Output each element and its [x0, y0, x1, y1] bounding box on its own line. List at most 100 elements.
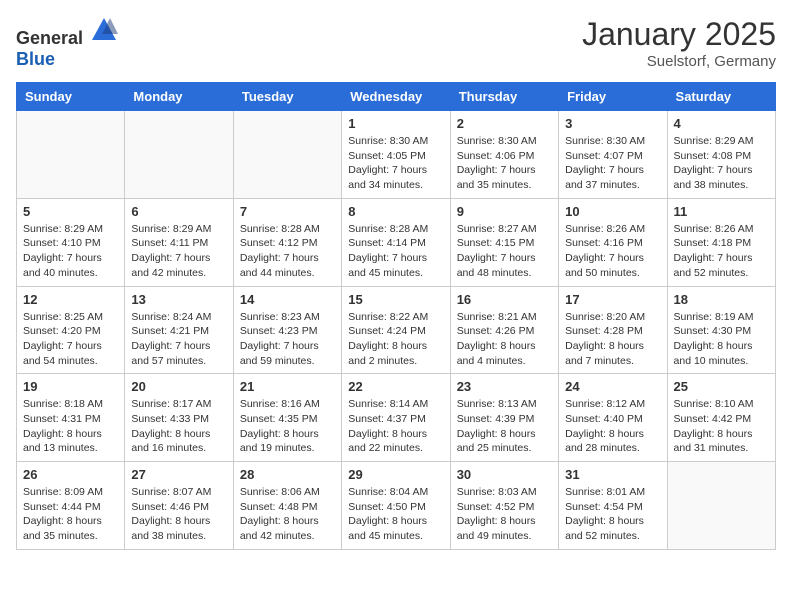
day-info: Sunrise: 8:18 AM Sunset: 4:31 PM Dayligh… [23, 397, 118, 456]
day-number: 24 [565, 379, 660, 394]
day-info: Sunrise: 8:30 AM Sunset: 4:07 PM Dayligh… [565, 134, 660, 193]
day-info: Sunrise: 8:30 AM Sunset: 4:06 PM Dayligh… [457, 134, 552, 193]
day-number: 23 [457, 379, 552, 394]
calendar-day-23: 23 Sunrise: 8:13 AM Sunset: 4:39 PM Dayli… [450, 374, 558, 462]
day-number: 18 [674, 292, 769, 307]
calendar-week-row: 1Sunrise: 8:30 AM Sunset: 4:05 PM Daylig… [17, 111, 776, 199]
day-number: 13 [131, 292, 226, 307]
day-number: 31 [565, 467, 660, 482]
calendar-day-empty [125, 111, 233, 199]
weekday-header-saturday: Saturday [667, 83, 775, 111]
calendar-day-10: 10Sunrise: 8:26 AM Sunset: 4:16 PM Dayli… [559, 198, 667, 286]
calendar-day-21: 21Sunrise: 8:16 AM Sunset: 4:35 PM Dayli… [233, 374, 341, 462]
calendar-day-22: 22 Sunrise: 8:14 AM Sunset: 4:37 PM Dayli… [342, 374, 450, 462]
calendar-day-2: 2 Sunrise: 8:30 AM Sunset: 4:06 PM Daylig… [450, 111, 558, 199]
weekday-header-row: SundayMondayTuesdayWednesdayThursdayFrid… [17, 83, 776, 111]
calendar-day-31: 31 Sunrise: 8:01 AM Sunset: 4:54 PM Dayli… [559, 462, 667, 550]
page-header: General Blue January 2025 Suelstorf, Ger… [16, 16, 776, 70]
day-number: 10 [565, 204, 660, 219]
calendar-day-29: 29 Sunrise: 8:04 AM Sunset: 4:50 PM Dayli… [342, 462, 450, 550]
calendar-day-13: 13 Sunrise: 8:24 AM Sunset: 4:21 PM Dayli… [125, 286, 233, 374]
day-number: 12 [23, 292, 118, 307]
calendar-day-9: 9 Sunrise: 8:27 AM Sunset: 4:15 PM Daylig… [450, 198, 558, 286]
day-info: Sunrise: 8:04 AM Sunset: 4:50 PM Dayligh… [348, 485, 443, 544]
calendar-day-16: 16Sunrise: 8:21 AM Sunset: 4:26 PM Dayli… [450, 286, 558, 374]
calendar-day-3: 3 Sunrise: 8:30 AM Sunset: 4:07 PM Daylig… [559, 111, 667, 199]
day-number: 9 [457, 204, 552, 219]
calendar-day-26: 26Sunrise: 8:09 AM Sunset: 4:44 PM Dayli… [17, 462, 125, 550]
day-number: 11 [674, 204, 769, 219]
day-info: Sunrise: 8:14 AM Sunset: 4:37 PM Dayligh… [348, 397, 443, 456]
calendar-day-24: 24 Sunrise: 8:12 AM Sunset: 4:40 PM Dayli… [559, 374, 667, 462]
calendar-week-row: 5 Sunrise: 8:29 AM Sunset: 4:10 PM Daylig… [17, 198, 776, 286]
logo-blue: Blue [16, 49, 55, 69]
weekday-header-friday: Friday [559, 83, 667, 111]
day-number: 3 [565, 116, 660, 131]
calendar-day-25: 25Sunrise: 8:10 AM Sunset: 4:42 PM Dayli… [667, 374, 775, 462]
calendar-day-8: 8 Sunrise: 8:28 AM Sunset: 4:14 PM Daylig… [342, 198, 450, 286]
day-number: 15 [348, 292, 443, 307]
day-number: 21 [240, 379, 335, 394]
day-number: 30 [457, 467, 552, 482]
calendar-day-27: 27 Sunrise: 8:07 AM Sunset: 4:46 PM Dayli… [125, 462, 233, 550]
day-info: Sunrise: 8:24 AM Sunset: 4:21 PM Dayligh… [131, 310, 226, 369]
weekday-header-sunday: Sunday [17, 83, 125, 111]
logo-text: General Blue [16, 16, 118, 70]
day-number: 2 [457, 116, 552, 131]
calendar-day-empty [233, 111, 341, 199]
calendar-week-row: 12 Sunrise: 8:25 AM Sunset: 4:20 PM Dayli… [17, 286, 776, 374]
day-info: Sunrise: 8:29 AM Sunset: 4:08 PM Dayligh… [674, 134, 769, 193]
day-number: 27 [131, 467, 226, 482]
calendar-day-19: 19 Sunrise: 8:18 AM Sunset: 4:31 PM Dayli… [17, 374, 125, 462]
day-info: Sunrise: 8:06 AM Sunset: 4:48 PM Dayligh… [240, 485, 335, 544]
day-info: Sunrise: 8:27 AM Sunset: 4:15 PM Dayligh… [457, 222, 552, 281]
day-number: 19 [23, 379, 118, 394]
day-number: 25 [674, 379, 769, 394]
day-info: Sunrise: 8:23 AM Sunset: 4:23 PM Dayligh… [240, 310, 335, 369]
month-title: January 2025 [582, 16, 776, 53]
calendar-day-4: 4Sunrise: 8:29 AM Sunset: 4:08 PM Daylig… [667, 111, 775, 199]
day-info: Sunrise: 8:26 AM Sunset: 4:18 PM Dayligh… [674, 222, 769, 281]
day-info: Sunrise: 8:21 AM Sunset: 4:26 PM Dayligh… [457, 310, 552, 369]
calendar-day-11: 11 Sunrise: 8:26 AM Sunset: 4:18 PM Dayli… [667, 198, 775, 286]
calendar-day-6: 6 Sunrise: 8:29 AM Sunset: 4:11 PM Daylig… [125, 198, 233, 286]
calendar-day-17: 17 Sunrise: 8:20 AM Sunset: 4:28 PM Dayli… [559, 286, 667, 374]
day-number: 6 [131, 204, 226, 219]
day-info: Sunrise: 8:25 AM Sunset: 4:20 PM Dayligh… [23, 310, 118, 369]
day-number: 29 [348, 467, 443, 482]
day-info: Sunrise: 8:22 AM Sunset: 4:24 PM Dayligh… [348, 310, 443, 369]
day-info: Sunrise: 8:19 AM Sunset: 4:30 PM Dayligh… [674, 310, 769, 369]
weekday-header-monday: Monday [125, 83, 233, 111]
day-info: Sunrise: 8:12 AM Sunset: 4:40 PM Dayligh… [565, 397, 660, 456]
day-number: 22 [348, 379, 443, 394]
day-number: 17 [565, 292, 660, 307]
day-number: 20 [131, 379, 226, 394]
calendar-day-empty [17, 111, 125, 199]
location-title: Suelstorf, Germany [582, 53, 776, 70]
calendar-table: SundayMondayTuesdayWednesdayThursdayFrid… [16, 82, 776, 550]
calendar-day-15: 15 Sunrise: 8:22 AM Sunset: 4:24 PM Dayli… [342, 286, 450, 374]
day-info: Sunrise: 8:29 AM Sunset: 4:10 PM Dayligh… [23, 222, 118, 281]
weekday-header-tuesday: Tuesday [233, 83, 341, 111]
day-info: Sunrise: 8:07 AM Sunset: 4:46 PM Dayligh… [131, 485, 226, 544]
calendar-day-5: 5 Sunrise: 8:29 AM Sunset: 4:10 PM Daylig… [17, 198, 125, 286]
calendar-day-30: 30Sunrise: 8:03 AM Sunset: 4:52 PM Dayli… [450, 462, 558, 550]
day-number: 5 [23, 204, 118, 219]
calendar-day-18: 18 Sunrise: 8:19 AM Sunset: 4:30 PM Dayli… [667, 286, 775, 374]
day-info: Sunrise: 8:28 AM Sunset: 4:12 PM Dayligh… [240, 222, 335, 281]
day-number: 14 [240, 292, 335, 307]
day-info: Sunrise: 8:20 AM Sunset: 4:28 PM Dayligh… [565, 310, 660, 369]
calendar-week-row: 19 Sunrise: 8:18 AM Sunset: 4:31 PM Dayli… [17, 374, 776, 462]
day-info: Sunrise: 8:09 AM Sunset: 4:44 PM Dayligh… [23, 485, 118, 544]
day-info: Sunrise: 8:13 AM Sunset: 4:39 PM Dayligh… [457, 397, 552, 456]
day-number: 28 [240, 467, 335, 482]
day-info: Sunrise: 8:28 AM Sunset: 4:14 PM Dayligh… [348, 222, 443, 281]
day-info: Sunrise: 8:01 AM Sunset: 4:54 PM Dayligh… [565, 485, 660, 544]
calendar-day-7: 7 Sunrise: 8:28 AM Sunset: 4:12 PM Daylig… [233, 198, 341, 286]
day-number: 8 [348, 204, 443, 219]
weekday-header-wednesday: Wednesday [342, 83, 450, 111]
day-number: 7 [240, 204, 335, 219]
day-info: Sunrise: 8:29 AM Sunset: 4:11 PM Dayligh… [131, 222, 226, 281]
weekday-header-thursday: Thursday [450, 83, 558, 111]
title-section: January 2025 Suelstorf, Germany [582, 16, 776, 70]
